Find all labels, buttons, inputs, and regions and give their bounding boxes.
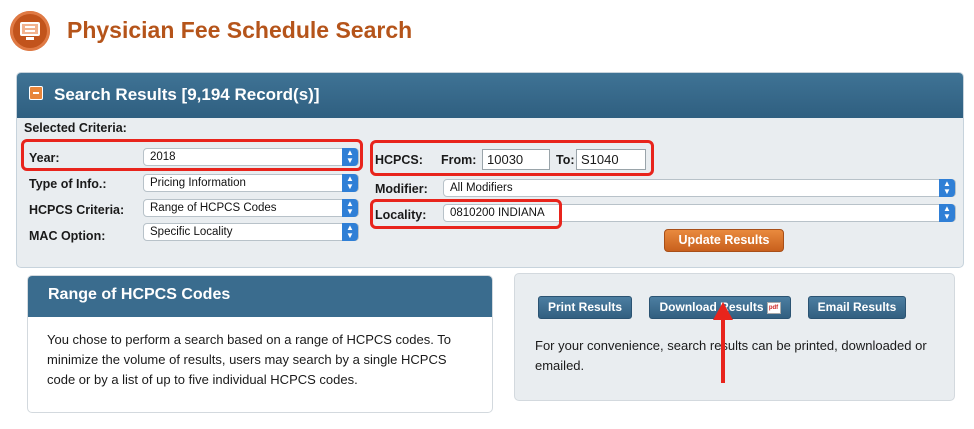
hcpcs-criteria-select[interactable]: Range of HCPCS Codes ▲ ▼ (143, 199, 359, 217)
results-actions-box: Print Results Download Results pdf Email … (514, 273, 955, 401)
year-highlight-box (21, 139, 363, 171)
page-title: Physician Fee Schedule Search (67, 17, 413, 43)
select-arrows-icon: ▲ ▼ (939, 204, 955, 222)
print-results-button[interactable]: Print Results (538, 296, 632, 319)
collapse-icon[interactable] (29, 86, 43, 100)
hcpcs-highlight-box (370, 140, 654, 176)
range-info-box: Range of HCPCS Codes You chose to perfor… (27, 275, 493, 413)
range-info-title: Range of HCPCS Codes (48, 286, 231, 303)
mac-option-select[interactable]: Specific Locality ▲ ▼ (143, 223, 359, 241)
search-results-header[interactable]: Search Results [9,194 Record(s)] (17, 73, 963, 118)
site-logo-icon (10, 11, 50, 51)
annotation-arrow (721, 318, 725, 383)
mac-option-label: MAC Option: (29, 229, 106, 243)
range-info-text: You chose to perform a search based on a… (47, 332, 451, 387)
results-actions-text: For your convenience, search results can… (535, 338, 927, 373)
email-results-button[interactable]: Email Results (808, 296, 906, 319)
modifier-label: Modifier: (375, 182, 428, 196)
pdf-icon: pdf (766, 301, 781, 314)
type-of-info-select[interactable]: Pricing Information ▲ ▼ (143, 174, 359, 192)
hcpcs-criteria-label: HCPCS Criteria: (29, 203, 125, 217)
update-results-button[interactable]: Update Results (664, 229, 784, 252)
select-arrows-icon: ▲ ▼ (342, 174, 358, 192)
locality-highlight-box (370, 199, 562, 229)
select-arrows-icon: ▲ ▼ (342, 199, 358, 217)
selected-criteria-label: Selected Criteria: (24, 121, 127, 135)
annotation-arrow-head-icon (713, 302, 733, 320)
modifier-select[interactable]: All Modifiers ▲ ▼ (443, 179, 956, 197)
search-results-title: Search Results [9,194 Record(s)] (54, 85, 320, 104)
select-arrows-icon: ▲ ▼ (939, 179, 955, 197)
select-arrows-icon: ▲ ▼ (342, 223, 358, 241)
type-of-info-label: Type of Info.: (29, 177, 107, 191)
